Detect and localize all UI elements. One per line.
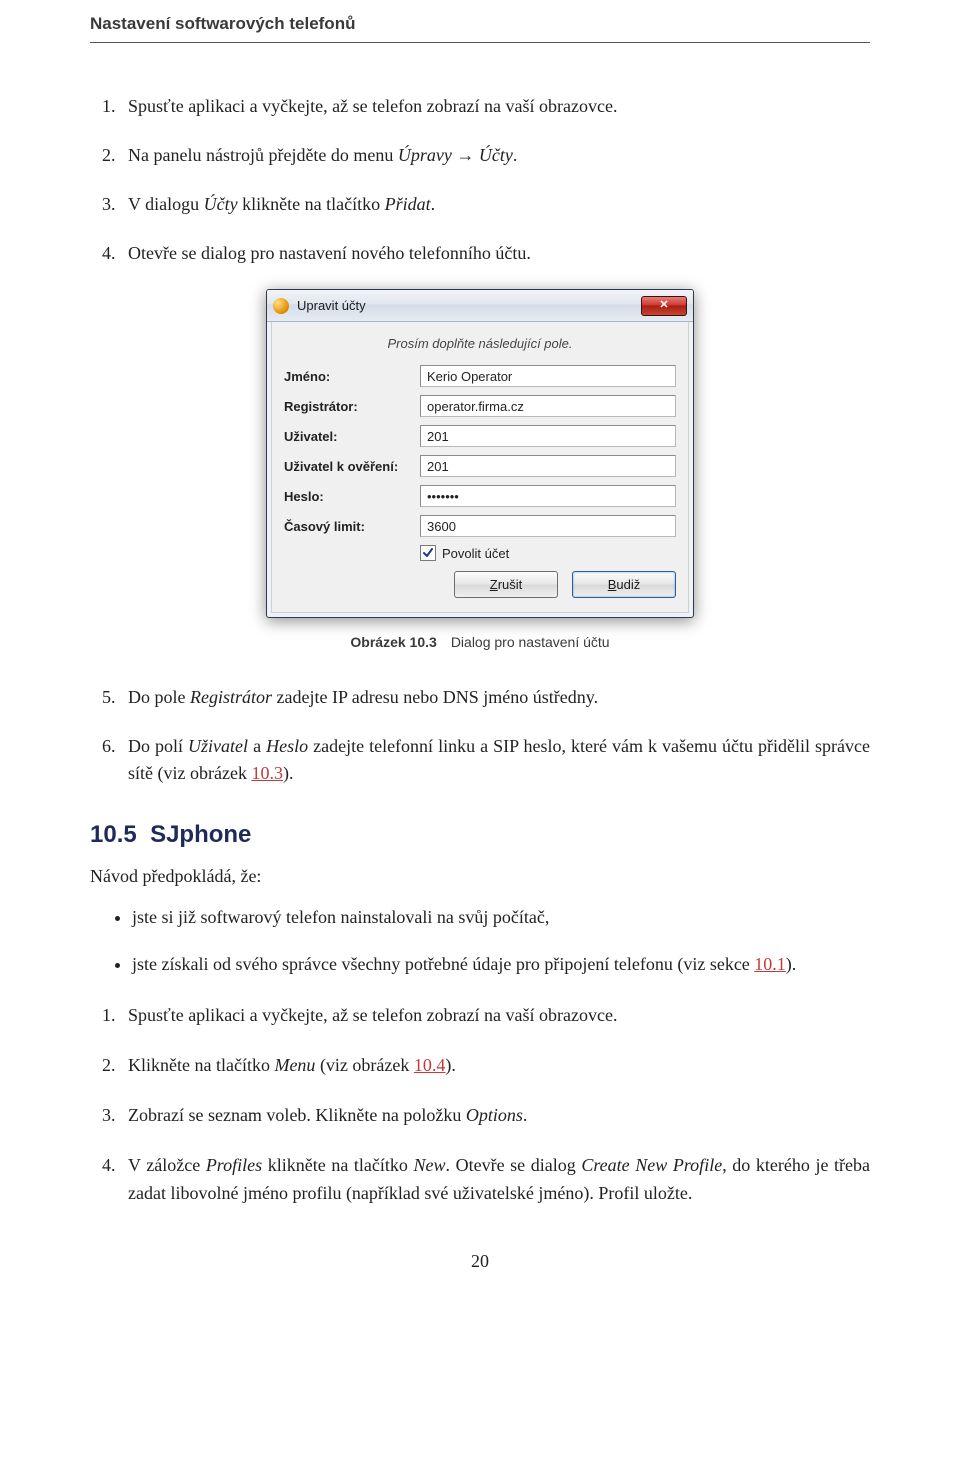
step-4: Otevře se dialog pro nastavení nového te… (120, 240, 870, 267)
bstep-2-italic1: Menu (274, 1055, 315, 1075)
step-3-mid: klikněte na tlačítko (238, 194, 385, 214)
step-2-prefix: Na panelu nástrojů přejděte do menu (128, 145, 398, 165)
step-2-arrow: → (452, 145, 479, 165)
row-password: Heslo: ••••••• (284, 485, 676, 507)
input-timeout[interactable]: 3600 (420, 515, 676, 537)
input-user[interactable]: 201 (420, 425, 676, 447)
section-intro: Návod předpokládá, že: (90, 863, 870, 890)
figure-caption: Obrázek 10.3 Dialog pro nastavení účtu (90, 634, 870, 650)
step-3: V dialogu Účty klikněte na tlačítko Přid… (120, 191, 870, 218)
dialog-prompt: Prosím doplňte následující pole. (284, 336, 676, 351)
bstep-3: Zobrazí se seznam voleb. Klikněte na pol… (120, 1102, 870, 1130)
step-6-mid1: a (248, 736, 266, 756)
label-name: Jméno: (284, 369, 420, 384)
ref-link-10-4[interactable]: 10.4 (414, 1055, 446, 1075)
row-auth-user: Uživatel k ověření: 201 (284, 455, 676, 477)
input-auth-user[interactable]: 201 (420, 455, 676, 477)
close-icon: ✕ (659, 300, 668, 311)
label-registrar: Registrátor: (284, 399, 420, 414)
running-header: Nastavení softwarových telefonů (90, 0, 870, 43)
section-title: SJphone (150, 821, 251, 848)
step-3-suffix: . (431, 194, 436, 214)
section-heading: 10.5 SJphone (90, 821, 870, 849)
cancel-mnemonic: Z (490, 577, 498, 592)
label-user: Uživatel: (284, 429, 420, 444)
checkbox-label: Povolit účet (442, 546, 509, 561)
section-num: 10.5 (90, 821, 137, 848)
bullet-2-suffix: ). (786, 954, 797, 974)
input-registrar[interactable]: operator.firma.cz (420, 395, 676, 417)
label-timeout: Časový limit: (284, 519, 420, 534)
input-password[interactable]: ••••••• (420, 485, 676, 507)
step-3-italic1: Účty (204, 194, 238, 214)
step-5-suffix: zadejte IP adresu nebo DNS jméno ústředn… (272, 687, 598, 707)
close-button[interactable]: ✕ (641, 296, 687, 316)
bstep-4-italic1: Profiles (206, 1155, 262, 1175)
bullet-2: jste získali od svého správce všechny po… (132, 951, 870, 978)
page-number: 20 (90, 1251, 870, 1272)
step-6-prefix: Do polí (128, 736, 188, 756)
step-3-prefix: V dialogu (128, 194, 204, 214)
bstep-4-italic3: Create New Profile (581, 1155, 722, 1175)
step-5-italic1: Registrátor (190, 687, 272, 707)
step-2: Na panelu nástrojů přejděte do menu Úpra… (120, 142, 870, 169)
dialog-titlebar[interactable]: Upravit účty ✕ (267, 290, 693, 322)
step-2-suffix: . (513, 145, 518, 165)
checkbox-enable-account[interactable] (420, 545, 436, 561)
step-6-italic2: Heslo (266, 736, 308, 756)
step-6: Do polí Uživatel a Heslo zadejte telefon… (120, 733, 870, 787)
caption-text: Dialog pro nastavení účtu (451, 634, 610, 650)
bstep-4-mid2: . Otevře se dialog (446, 1155, 582, 1175)
ref-link-10-3[interactable]: 10.3 (251, 763, 283, 783)
input-name[interactable]: Kerio Operator (420, 365, 676, 387)
bstep-2-mid: (viz obrázek (315, 1055, 413, 1075)
bstep-4: V záložce Profiles klikněte na tlačítko … (120, 1152, 870, 1208)
step-2-italic1: Úpravy (398, 145, 452, 165)
step-6-suffix: ). (283, 763, 294, 783)
dialog-edit-accounts: Upravit účty ✕ Prosím doplňte následujíc… (266, 289, 694, 618)
bstep-4-mid1: klikněte na tlačítko (262, 1155, 413, 1175)
step-3-italic2: Přidat (385, 194, 431, 214)
step-1: Spusťte aplikaci a vyčkejte, až se telef… (120, 93, 870, 120)
step-6-italic1: Uživatel (188, 736, 248, 756)
row-timeout: Časový limit: 3600 (284, 515, 676, 537)
row-enable-account[interactable]: Povolit účet (420, 545, 676, 561)
bstep-3-suffix: . (523, 1105, 528, 1125)
check-icon (423, 548, 433, 558)
bstep-3-prefix: Zobrazí se seznam voleb. Klikněte na pol… (128, 1105, 466, 1125)
ok-button[interactable]: Budiž (572, 571, 676, 598)
step-5-prefix: Do pole (128, 687, 190, 707)
row-registrar: Registrátor: operator.firma.cz (284, 395, 676, 417)
bstep-3-italic1: Options (466, 1105, 523, 1125)
ref-link-10-1[interactable]: 10.1 (754, 954, 786, 974)
label-password: Heslo: (284, 489, 420, 504)
bstep-2-suffix: ). (445, 1055, 456, 1075)
bullet-1: jste si již softwarový telefon nainstalo… (132, 904, 870, 931)
cancel-rest: rušit (498, 577, 523, 592)
bstep-4-italic2: New (413, 1155, 445, 1175)
row-name: Jméno: Kerio Operator (284, 365, 676, 387)
ok-rest: udiž (616, 577, 640, 592)
bstep-1: Spusťte aplikaci a vyčkejte, až se telef… (120, 1002, 870, 1030)
cancel-button[interactable]: Zrušit (454, 571, 558, 598)
step-5: Do pole Registrátor zadejte IP adresu ne… (120, 684, 870, 711)
bullet-2-prefix: jste získali od svého správce všechny po… (132, 954, 754, 974)
label-auth-user: Uživatel k ověření: (284, 459, 420, 474)
bstep-2-prefix: Klikněte na tlačítko (128, 1055, 274, 1075)
caption-name: Obrázek 10.3 (350, 634, 436, 650)
bstep-2: Klikněte na tlačítko Menu (viz obrázek 1… (120, 1052, 870, 1080)
step-2-italic2: Účty (479, 145, 513, 165)
dialog-title: Upravit účty (297, 298, 641, 313)
row-user: Uživatel: 201 (284, 425, 676, 447)
bstep-4-prefix: V záložce (128, 1155, 206, 1175)
dialog-app-icon (273, 298, 289, 314)
figure-dialog: Upravit účty ✕ Prosím doplňte následujíc… (90, 289, 870, 618)
